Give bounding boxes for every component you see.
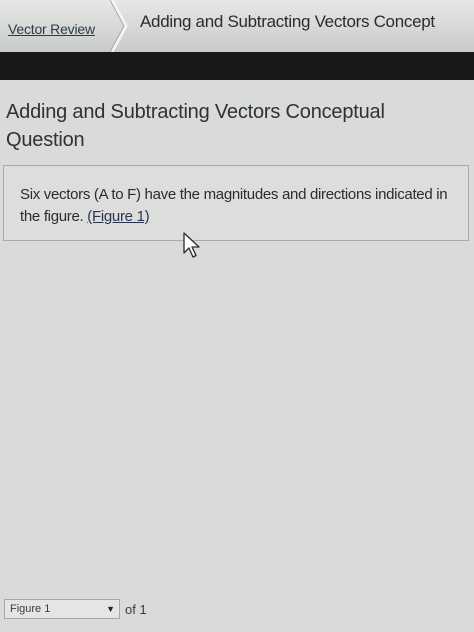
- question-prompt: Six vectors (A to F) have the magnitudes…: [20, 186, 448, 225]
- breadcrumb-item-vector-review[interactable]: Vector Review: [0, 0, 122, 52]
- dropdown-arrow-icon: ▼: [106, 604, 115, 614]
- question-box: Six vectors (A to F) have the magnitudes…: [3, 165, 469, 241]
- breadcrumb-current: Adding and Subtracting Vectors Concept: [140, 12, 435, 31]
- figure-select[interactable]: Figure 1 ▼: [4, 599, 120, 619]
- figure-navigation: Figure 1 ▼ of 1: [4, 598, 147, 620]
- breadcrumb-chevron-icon: [110, 0, 128, 52]
- mouse-cursor-icon: [183, 232, 200, 258]
- page-title: Adding and Subtracting Vectors Conceptua…: [6, 101, 385, 151]
- figure-select-value: Figure 1: [10, 603, 51, 615]
- figure-count: of 1: [125, 601, 147, 617]
- breadcrumb: Vector Review Adding and Subtracting Vec…: [0, 0, 474, 52]
- question-text: Six vectors (A to F) have the magnitudes…: [20, 184, 460, 228]
- breadcrumb-link-label[interactable]: Vector Review: [8, 21, 95, 37]
- figure-link[interactable]: (Figure 1): [87, 208, 149, 225]
- header-band: [0, 52, 474, 80]
